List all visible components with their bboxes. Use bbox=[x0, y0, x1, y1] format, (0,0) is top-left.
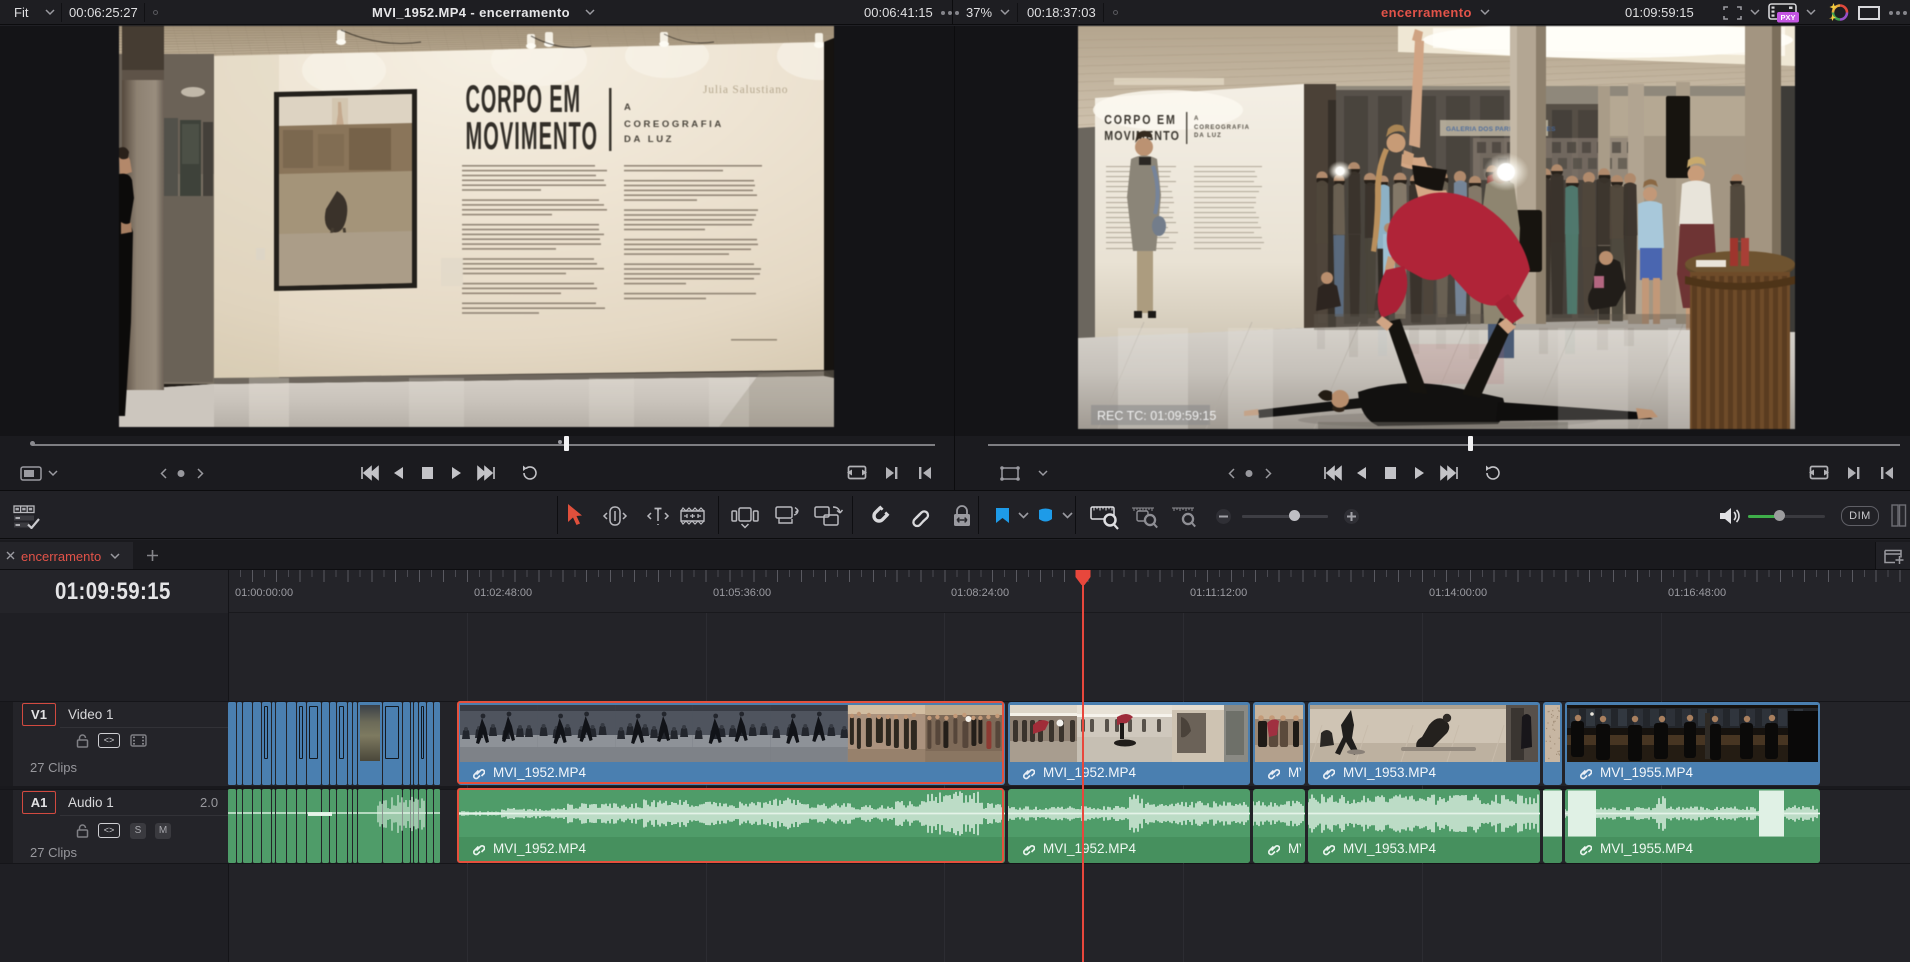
svg-text:COREOGRAFIA: COREOGRAFIA bbox=[1194, 125, 1250, 131]
svg-text:COREOGRAFIA: COREOGRAFIA bbox=[624, 119, 724, 130]
svg-text:DA LUZ: DA LUZ bbox=[1194, 133, 1222, 139]
svg-text:REC TC: 01:09:59:15: REC TC: 01:09:59:15 bbox=[1097, 409, 1216, 423]
svg-text:Julia Salustiano: Julia Salustiano bbox=[703, 84, 788, 96]
svg-text:A: A bbox=[1194, 116, 1199, 122]
svg-text:CORPO EM: CORPO EM bbox=[1104, 112, 1176, 127]
svg-text:A: A bbox=[624, 102, 633, 113]
svg-text:MOVIMENTO: MOVIMENTO bbox=[465, 114, 598, 158]
svg-text:DA LUZ: DA LUZ bbox=[624, 134, 674, 145]
svg-text:PXY: PXY bbox=[1780, 13, 1795, 22]
